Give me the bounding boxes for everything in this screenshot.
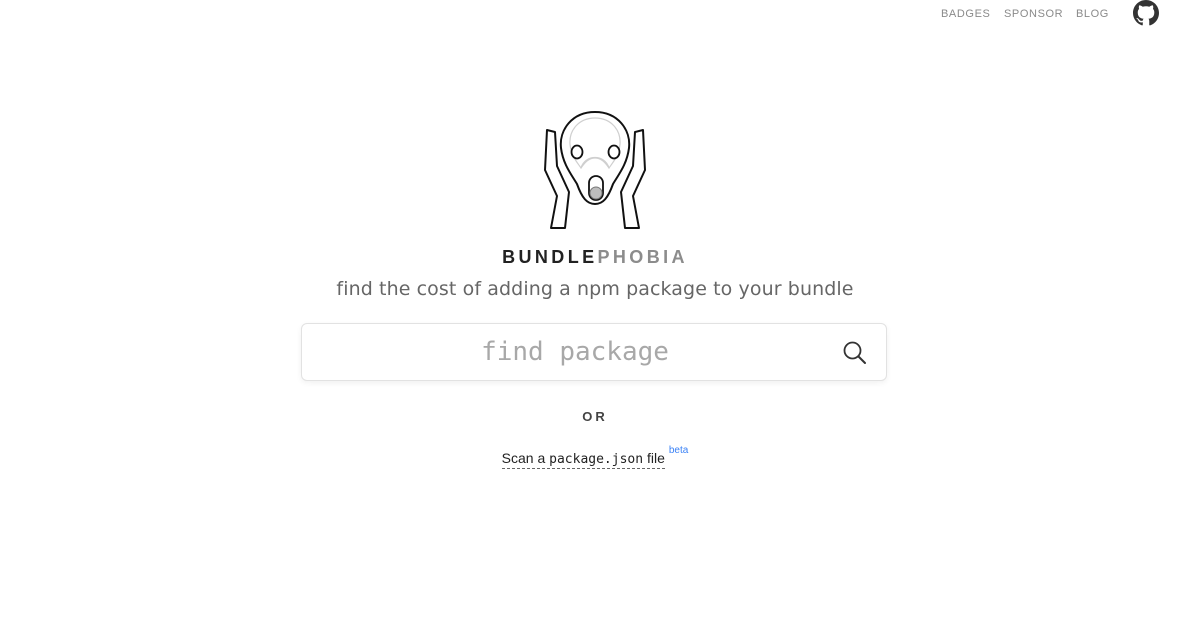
search-input[interactable]: [302, 324, 888, 380]
search-box: [301, 323, 888, 381]
search-icon[interactable]: [842, 340, 868, 366]
brand-title: BUNDLEPHOBIA: [0, 247, 1190, 268]
scan-filename: package.json: [549, 452, 644, 467]
brand-title-part1: BUNDLE: [502, 247, 598, 267]
scan-prefix: Scan a: [501, 450, 550, 466]
scan-suffix: file: [643, 450, 665, 466]
page: BADGES SPONSOR BLOG BUNDLEPHOBIA find th…: [0, 0, 1200, 629]
github-icon[interactable]: [1133, 0, 1159, 26]
beta-badge: beta: [668, 445, 689, 456]
nav-blog-link[interactable]: BLOG: [1076, 8, 1109, 20]
or-divider: OR: [582, 409, 608, 424]
brand-title-part2: PHOBIA: [597, 247, 688, 267]
scan-package-json-link[interactable]: Scan a package.json file: [501, 450, 665, 469]
scan-section: Scan a package.json file beta: [0, 445, 1190, 469]
nav-badges-link[interactable]: BADGES: [941, 8, 990, 20]
tagline: find the cost of adding a npm package to…: [336, 278, 854, 300]
nav-sponsor-link[interactable]: SPONSOR: [1004, 8, 1063, 20]
screaming-face-logo: [537, 108, 653, 234]
